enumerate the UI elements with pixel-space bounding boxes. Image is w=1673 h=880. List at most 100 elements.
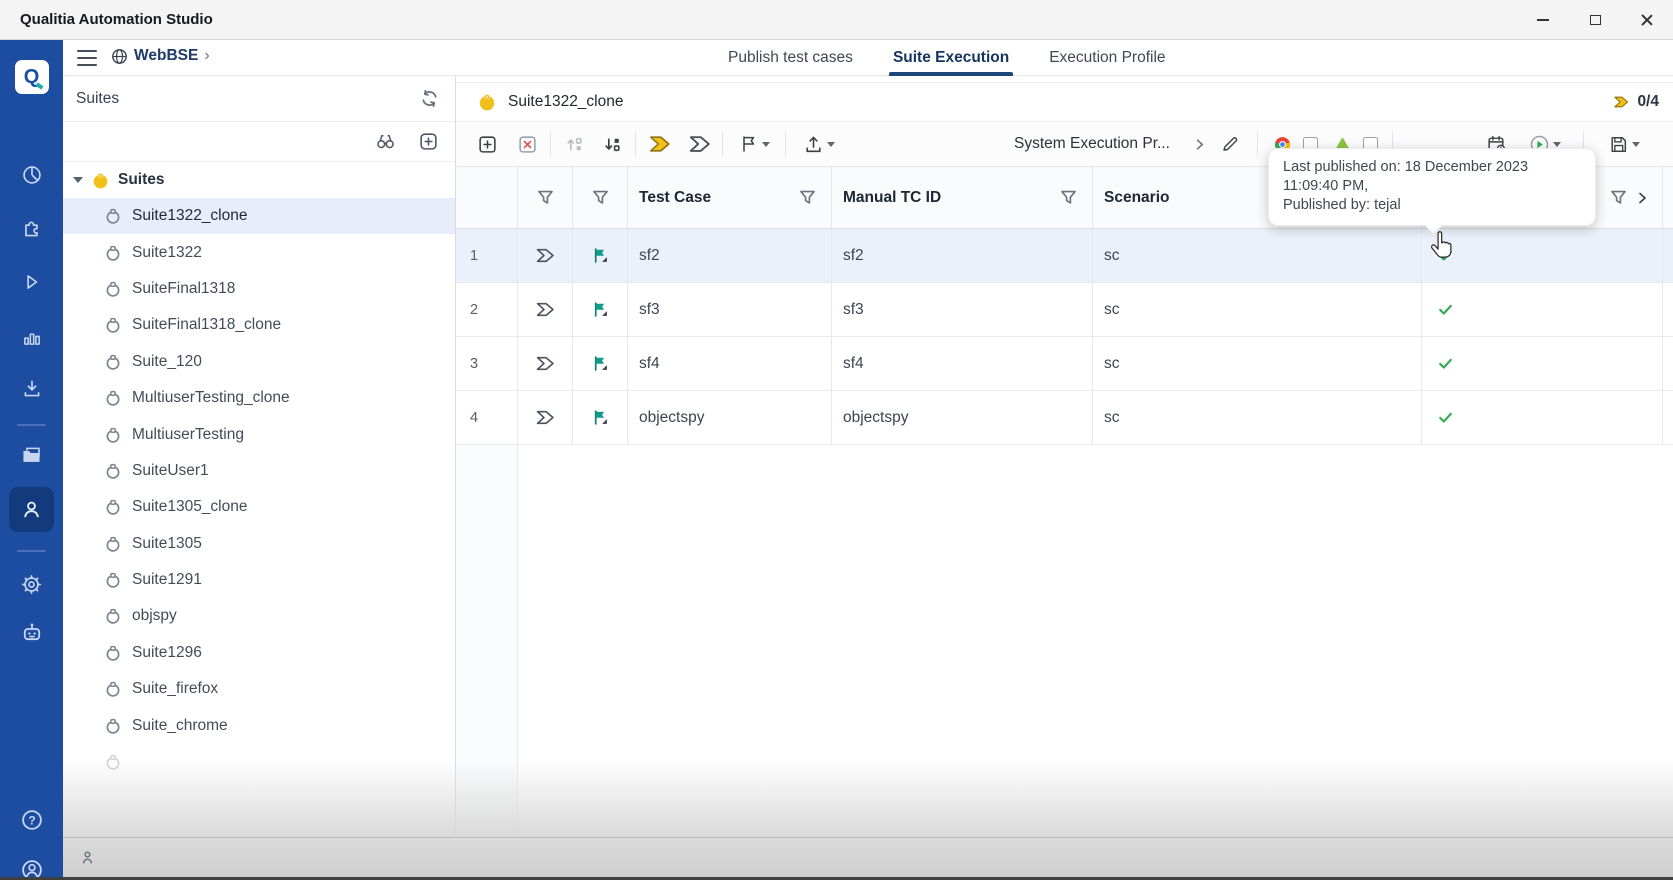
tab-execution-profile[interactable]: Execution Profile bbox=[1049, 40, 1165, 76]
row-flag[interactable] bbox=[573, 283, 628, 336]
suite-item[interactable]: SuiteUser1 bbox=[63, 453, 455, 489]
suite-item[interactable]: MultiuserTesting_clone bbox=[63, 380, 455, 416]
sidebar-item-settings[interactable] bbox=[0, 573, 63, 596]
filter-icon bbox=[798, 188, 817, 207]
suite-item[interactable]: SuiteFinal1318_clone bbox=[63, 307, 455, 343]
cell-publish-status[interactable] bbox=[1422, 229, 1663, 282]
header-test-case[interactable]: Test Case bbox=[628, 167, 832, 228]
row-publish-badge[interactable] bbox=[518, 229, 573, 282]
menu-button[interactable] bbox=[77, 50, 97, 66]
cell-test-case[interactable]: objectspy bbox=[628, 391, 832, 444]
cell-manual-tc-id[interactable]: objectspy bbox=[832, 391, 1093, 444]
execution-profile-label[interactable]: System Execution Pr... bbox=[1014, 135, 1170, 153]
row-publish-badge[interactable] bbox=[518, 283, 573, 336]
edit-profile-button[interactable] bbox=[1215, 129, 1245, 159]
suite-item[interactable]: Suite1291 bbox=[63, 562, 455, 598]
filter-icon bbox=[591, 188, 610, 207]
suite-item[interactable]: SuiteFinal1318 bbox=[63, 271, 455, 307]
caret-down-icon bbox=[1632, 142, 1640, 147]
move-down-button[interactable] bbox=[597, 129, 627, 159]
cell-scenario[interactable]: sc bbox=[1093, 283, 1422, 336]
cell-test-case[interactable]: sf3 bbox=[628, 283, 832, 336]
suite-icon bbox=[105, 245, 121, 261]
sidebar-item-run[interactable] bbox=[0, 271, 63, 293]
sidebar-item-extensions[interactable] bbox=[0, 218, 63, 240]
cell-test-case[interactable]: sf4 bbox=[628, 337, 832, 390]
sidebar-item-bot[interactable] bbox=[0, 620, 63, 644]
add-test-case-button[interactable] bbox=[472, 129, 502, 159]
chevron-right-icon[interactable] bbox=[1192, 137, 1207, 152]
folders-icon bbox=[20, 444, 43, 467]
flag-icon bbox=[592, 301, 609, 318]
tab-publish-test-cases[interactable]: Publish test cases bbox=[728, 40, 853, 76]
cell-scenario[interactable]: sc bbox=[1093, 229, 1422, 282]
svg-text:?: ? bbox=[28, 813, 35, 827]
app-logo[interactable]: Q bbox=[0, 60, 63, 94]
suite-item[interactable]: Suite_firefox bbox=[63, 671, 455, 707]
maximize-button[interactable] bbox=[1569, 0, 1621, 40]
close-button[interactable] bbox=[1621, 0, 1673, 40]
chevron-right-icon[interactable] bbox=[1634, 190, 1650, 206]
header-manual-tc-id[interactable]: Manual TC ID bbox=[832, 167, 1093, 228]
cell-scenario[interactable]: sc bbox=[1093, 391, 1422, 444]
row-publish-badge[interactable] bbox=[518, 391, 573, 444]
cell-spacer bbox=[1663, 337, 1673, 390]
cell-manual-tc-id[interactable]: sf4 bbox=[832, 337, 1093, 390]
suite-item-selected[interactable]: Suite1322_clone bbox=[63, 198, 455, 234]
user-status-icon bbox=[79, 849, 96, 866]
sidebar-item-files[interactable] bbox=[0, 444, 63, 467]
suites-root-node[interactable]: Suites bbox=[63, 162, 455, 198]
app-window: Qualitia Automation Studio Q bbox=[0, 0, 1673, 880]
cell-publish-status[interactable] bbox=[1422, 391, 1663, 444]
suite-icon bbox=[105, 718, 121, 734]
minimize-button[interactable] bbox=[1517, 0, 1569, 40]
header-flag-filter[interactable] bbox=[573, 167, 628, 228]
sidebar-item-help[interactable]: ? bbox=[0, 808, 63, 832]
caret-down-icon bbox=[827, 142, 835, 147]
tab-suite-execution[interactable]: Suite Execution bbox=[893, 40, 1009, 76]
add-suite-icon[interactable] bbox=[418, 131, 439, 152]
row-flag[interactable] bbox=[573, 229, 628, 282]
find-suite-icon[interactable] bbox=[375, 131, 396, 152]
suite-item[interactable]: objspy bbox=[63, 598, 455, 634]
cell-manual-tc-id[interactable]: sf2 bbox=[832, 229, 1093, 282]
person-icon bbox=[20, 498, 43, 521]
row-flag[interactable] bbox=[573, 391, 628, 444]
sidebar-item-dashboard[interactable] bbox=[0, 164, 63, 186]
cell-publish-status[interactable] bbox=[1422, 337, 1663, 390]
refresh-icon[interactable] bbox=[420, 89, 439, 108]
flag-dropdown-button[interactable] bbox=[731, 129, 777, 159]
cell-scenario[interactable]: sc bbox=[1093, 337, 1422, 390]
table-row[interactable]: 1 sf2 sf2 sc bbox=[456, 229, 1673, 283]
cell-manual-tc-id[interactable]: sf3 bbox=[832, 283, 1093, 336]
suite-item[interactable]: Suite1296 bbox=[63, 635, 455, 671]
publish-button[interactable] bbox=[644, 129, 674, 159]
table-row[interactable]: 4 objectspy objectspy sc bbox=[456, 391, 1673, 445]
suite-item[interactable]: Suite1322 bbox=[63, 234, 455, 270]
tree-collapse-icon[interactable] bbox=[73, 177, 83, 183]
row-number: 2 bbox=[456, 283, 518, 336]
table-row[interactable]: 3 sf4 sf4 sc bbox=[456, 337, 1673, 391]
suite-item[interactable]: Suite1305 bbox=[63, 526, 455, 562]
sidebar-item-users-active[interactable] bbox=[9, 487, 54, 532]
suite-item-partial[interactable] bbox=[63, 744, 455, 780]
cell-test-case[interactable]: sf2 bbox=[628, 229, 832, 282]
remove-test-case-button[interactable] bbox=[512, 129, 542, 159]
cell-publish-status[interactable] bbox=[1422, 283, 1663, 336]
sidebar-item-reports[interactable] bbox=[0, 326, 63, 348]
suite-item[interactable]: Suite_chrome bbox=[63, 707, 455, 743]
breadcrumb[interactable]: WebBSE › bbox=[111, 47, 210, 65]
save-dropdown-button[interactable] bbox=[1598, 129, 1650, 159]
move-up-button[interactable] bbox=[559, 129, 589, 159]
help-icon: ? bbox=[20, 808, 44, 832]
suite-item[interactable]: MultiuserTesting bbox=[63, 416, 455, 452]
suite-item[interactable]: Suite1305_clone bbox=[63, 489, 455, 525]
row-flag[interactable] bbox=[573, 337, 628, 390]
unpublish-button[interactable] bbox=[684, 129, 714, 159]
row-publish-badge[interactable] bbox=[518, 337, 573, 390]
table-row[interactable]: 2 sf3 sf3 sc bbox=[456, 283, 1673, 337]
header-publish-filter[interactable] bbox=[518, 167, 573, 228]
sidebar-item-import[interactable] bbox=[0, 378, 63, 400]
suite-item[interactable]: Suite_120 bbox=[63, 344, 455, 380]
export-dropdown-button[interactable] bbox=[794, 129, 844, 159]
